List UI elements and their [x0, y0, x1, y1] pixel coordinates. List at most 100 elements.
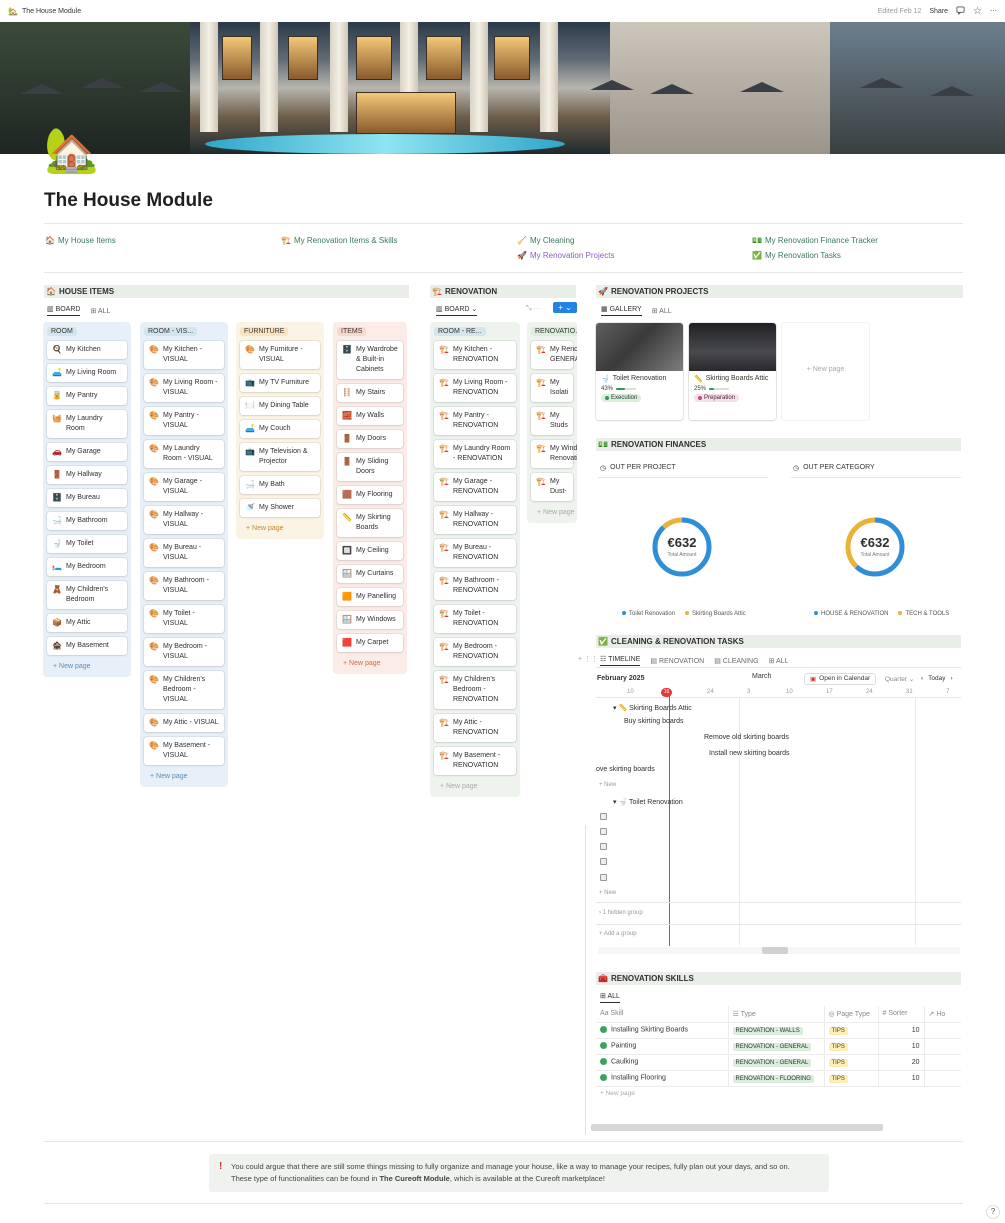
board-card[interactable]: 🎨 My Living Room - VISUAL: [144, 374, 224, 402]
board-card[interactable]: 🏚️ My Basement: [47, 637, 127, 655]
board-card[interactable]: 🚪 My Doors: [337, 430, 403, 448]
board-card[interactable]: 🎨 My Children's Bedroom - VISUAL: [144, 671, 224, 709]
board-card[interactable]: 🪜 My Stairs: [337, 384, 403, 402]
expand-icon[interactable]: ⤡ ⋯: [526, 305, 541, 313]
board-card[interactable]: 🟧 My Panelling: [337, 588, 403, 606]
board-card[interactable]: 🛁 My Bathroom: [47, 512, 127, 530]
board-card[interactable]: 🎨 My Laundry Room - VISUAL: [144, 440, 224, 468]
page-icon-house[interactable]: 🏡: [44, 126, 108, 176]
link-renovation-tasks[interactable]: ✅ My Renovation Tasks: [752, 251, 841, 260]
board-card[interactable]: 🏗️ My Children's Bedroom - RENOVATION: [434, 671, 516, 709]
col-type[interactable]: ☰ Type: [728, 1006, 825, 1023]
tab-renovation-board[interactable]: ▥ BOARD ⌄: [436, 305, 478, 316]
board-card[interactable]: 🚪 My Hallway: [47, 466, 127, 484]
board-card[interactable]: 🪟 My Curtains: [337, 565, 403, 583]
board-card[interactable]: 🏗️ My Toilet - RENOVATION: [434, 605, 516, 633]
link-renovation-items[interactable]: 🏗️ My Renovation Items & Skills: [281, 236, 398, 245]
new-page-button[interactable]: + New page: [144, 770, 224, 783]
skill-name[interactable]: Installing Skirting Boards: [611, 1027, 688, 1034]
breadcrumb-title[interactable]: The House Module: [22, 8, 81, 15]
project-card-toilet[interactable]: 🚽 Toilet Renovation 43% Execution: [596, 323, 683, 420]
link-renovation-projects[interactable]: 🚀 My Renovation Projects: [517, 251, 614, 260]
board-card[interactable]: 🏗️ My Basement - RENOVATION: [434, 747, 516, 775]
board-card[interactable]: 🏗️ My Bathroom - RENOVATION: [434, 572, 516, 600]
board-card[interactable]: 🎨 My Bureau - VISUAL: [144, 539, 224, 567]
timeline-scrollbar[interactable]: [598, 947, 960, 954]
col-sorter[interactable]: # Sorter: [878, 1006, 925, 1023]
link-finance-tracker[interactable]: 💵 My Renovation Finance Tracker: [752, 236, 878, 245]
board-card[interactable]: 🗄️ My Bureau: [47, 489, 127, 507]
board-card[interactable]: 🛋️ My Couch: [240, 420, 320, 438]
board-card[interactable]: 🧱 My Walls: [337, 407, 403, 425]
col-ho[interactable]: ↗ Ho: [924, 1006, 961, 1023]
board-card[interactable]: 🎨 My Garage - VISUAL: [144, 473, 224, 501]
task-checkbox[interactable]: [600, 828, 607, 835]
board-card[interactable]: 🚽 My Toilet: [47, 535, 127, 553]
col-page-type[interactable]: ◎ Page Type: [824, 1006, 879, 1023]
board-card[interactable]: 🛁 My Bath: [240, 476, 320, 494]
new-page-button[interactable]: + New page: [240, 522, 320, 535]
today-nav[interactable]: ‹ Today ›: [921, 675, 953, 682]
link-cleaning[interactable]: 🧹 My Cleaning: [517, 236, 574, 245]
tab-timeline[interactable]: ☷ TIMELINE: [600, 655, 641, 666]
board-card[interactable]: 🥫 My Pantry: [47, 387, 127, 405]
board-card[interactable]: 🍽️ My Dining Table: [240, 397, 320, 415]
board-card[interactable]: 📺 My TV Furniture: [240, 374, 320, 392]
link-house-items[interactable]: 🏠 My House Items: [45, 236, 116, 245]
board-card[interactable]: 🏗️ My Garage - RENOVATION: [434, 473, 516, 501]
tab-projects-all[interactable]: ⊞ ALL: [652, 307, 672, 315]
table-row[interactable]: Installing Flooring RENOVATION - FLOORING…: [596, 1070, 961, 1087]
tab-board[interactable]: ▥ BOARD: [47, 305, 81, 316]
skill-name[interactable]: Painting: [611, 1043, 636, 1050]
board-card[interactable]: 🏗️ My Windo Renovatic: [531, 440, 577, 468]
board-card[interactable]: 🎨 My Basement - VISUAL: [144, 737, 224, 765]
share-button[interactable]: Share: [929, 8, 948, 15]
cureoft-link[interactable]: The Cureoft Module: [379, 1174, 449, 1183]
tab-all[interactable]: ⊞ ALL: [90, 307, 110, 315]
timeline-task[interactable]: Install new skirting boards: [709, 750, 790, 757]
chevron-right-icon[interactable]: ›: [951, 675, 953, 682]
board-card[interactable]: 🏗️ My Dust-: [531, 473, 573, 501]
table-row[interactable]: Caulking RENOVATION - GENERAL TIPS 20: [596, 1054, 961, 1071]
chevron-left-icon[interactable]: ‹: [921, 675, 923, 682]
new-task-button[interactable]: + New: [599, 890, 616, 896]
board-card[interactable]: 🏗️ My Attic - RENOVATION: [434, 714, 516, 742]
board-card[interactable]: 🔲 My Ceiling: [337, 542, 403, 560]
task-checkbox[interactable]: [600, 874, 607, 881]
tab-tasks-all[interactable]: ⊞ ALL: [769, 657, 789, 665]
board-card[interactable]: 🎨 My Attic - VISUAL: [144, 714, 224, 732]
board-card[interactable]: 🛏️ My Bedroom: [47, 558, 127, 576]
board-card[interactable]: 🎨 My Hallway - VISUAL: [144, 506, 224, 534]
board-card[interactable]: 🎨 My Toilet - VISUAL: [144, 605, 224, 633]
board-card[interactable]: 🏗️ My Hallway - RENOVATION: [434, 506, 516, 534]
board-card[interactable]: 🏗️ My Living Room - RENOVATION: [434, 374, 516, 402]
table-row[interactable]: Painting RENOVATION - GENERAL TIPS 10: [596, 1038, 961, 1055]
project-card-skirting[interactable]: 📏 Skirting Boards Attic 25% Preparation: [689, 323, 776, 420]
new-task-button[interactable]: + New: [599, 782, 616, 788]
new-skill-button[interactable]: + New page: [596, 1087, 961, 1100]
add-group-button[interactable]: + Add a group: [599, 931, 637, 937]
board-card[interactable]: 🏗️ My Renov GENERAL: [531, 341, 577, 369]
timeline-task[interactable]: Remove old skirting boards: [704, 734, 789, 741]
board-card[interactable]: 🟫 My Flooring: [337, 486, 403, 504]
new-project-card[interactable]: + New page: [782, 323, 869, 420]
comment-icon[interactable]: [956, 5, 965, 17]
tab-skills-all[interactable]: ⊞ ALL: [600, 992, 620, 1003]
hidden-group-toggle[interactable]: › 1 hidden group: [599, 910, 643, 916]
board-card[interactable]: 🎨 My Bedroom - VISUAL: [144, 638, 224, 666]
board-card[interactable]: 📺 My Television & Projector: [240, 443, 320, 471]
board-card[interactable]: 🏗️ My Isolati: [531, 374, 573, 402]
board-card[interactable]: 🟥 My Carpet: [337, 634, 403, 652]
star-icon[interactable]: ☆: [973, 6, 982, 17]
task-checkbox[interactable]: [600, 843, 607, 850]
tab-cleaning[interactable]: ▤ CLEANING: [714, 657, 758, 665]
board-card[interactable]: 🗄️ My Wardrobe & Built-in Cabinets: [337, 341, 403, 379]
board-card[interactable]: 🎨 My Bathroom - VISUAL: [144, 572, 224, 600]
skill-name[interactable]: Caulking: [611, 1059, 638, 1066]
drag-handle-icon[interactable]: + ⋮⋮: [578, 655, 598, 663]
board-card[interactable]: 📦 My Attic: [47, 614, 127, 632]
col-skill[interactable]: Aa Skill: [596, 1006, 729, 1023]
timeline-task[interactable]: Buy skirting boards: [624, 718, 684, 725]
more-icon[interactable]: ⋯: [990, 7, 997, 15]
board-card[interactable]: 🏗️ My Studs: [531, 407, 573, 435]
